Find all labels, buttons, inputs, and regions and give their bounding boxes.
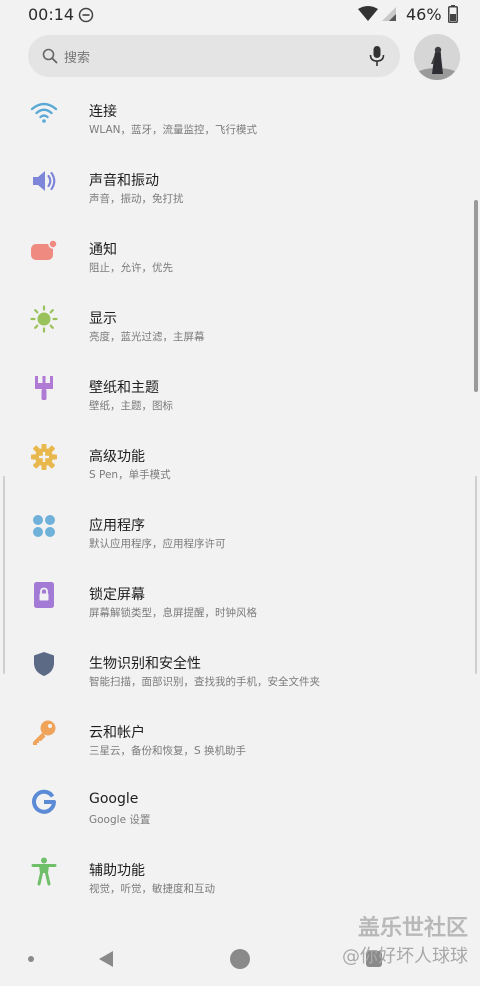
accessibility-icon bbox=[31, 857, 57, 886]
item-title: 显示 bbox=[89, 311, 117, 327]
item-title: 通知 bbox=[89, 242, 117, 258]
battery-percent: 46% bbox=[406, 5, 442, 24]
item-subtitle: 三星云，备份和恢复，S 换机助手 bbox=[89, 745, 247, 757]
item-title: 连接 bbox=[89, 104, 117, 120]
item-subtitle: Google 设置 bbox=[89, 814, 151, 826]
settings-item-lock-screen[interactable]: 锁定屏幕 屏幕解锁类型，息屏提醒，时钟风格 bbox=[0, 559, 480, 628]
lock-screen-icon bbox=[34, 582, 54, 608]
watermark: 盖乐世社区 @你好坏人球球 bbox=[328, 906, 474, 970]
battery-icon bbox=[448, 5, 458, 23]
edge-panel-handle-left bbox=[3, 476, 5, 674]
settings-item-google[interactable]: Google Google 设置 bbox=[0, 766, 480, 835]
item-subtitle: 视觉，听觉，敏捷度和互动 bbox=[89, 883, 215, 895]
item-subtitle: 默认应用程序，应用程序许可 bbox=[89, 538, 226, 550]
wifi-icon bbox=[30, 102, 58, 123]
search-placeholder: 搜索 bbox=[64, 51, 91, 66]
search-icon bbox=[42, 48, 58, 64]
item-subtitle: S Pen，单手模式 bbox=[89, 469, 171, 481]
notification-icon bbox=[31, 239, 58, 260]
settings-item-connections[interactable]: 连接 WLAN，蓝牙，流量监控，飞行模式 bbox=[0, 76, 480, 145]
do-not-disturb-icon bbox=[78, 7, 94, 23]
item-title: 壁纸和主题 bbox=[89, 380, 159, 396]
search-bar[interactable]: 搜索 bbox=[28, 35, 400, 77]
item-subtitle: 壁纸，主题，图标 bbox=[89, 400, 173, 412]
back-icon[interactable] bbox=[98, 950, 114, 968]
item-title: 生物识别和安全性 bbox=[89, 656, 201, 672]
shield-icon bbox=[34, 652, 54, 676]
speaker-icon bbox=[33, 171, 56, 191]
item-title: Google bbox=[89, 791, 139, 807]
brightness-icon bbox=[30, 305, 58, 333]
microphone-icon[interactable] bbox=[367, 45, 387, 67]
settings-item-display[interactable]: 显示 亮度，蓝光过滤，主屏幕 bbox=[0, 283, 480, 352]
settings-list: 连接 WLAN，蓝牙，流量监控，飞行模式 声音和振动 声音，振动，免打扰 通知 … bbox=[0, 76, 480, 904]
status-bar: 00:14 46% bbox=[0, 0, 480, 30]
settings-item-biometrics-security[interactable]: 生物识别和安全性 智能扫描，面部识别，查找我的手机，安全文件夹 bbox=[0, 628, 480, 697]
item-title: 声音和振动 bbox=[89, 173, 159, 189]
profile-avatar[interactable] bbox=[414, 34, 460, 80]
key-icon bbox=[33, 720, 56, 745]
item-title: 辅助功能 bbox=[89, 863, 145, 879]
settings-item-accessibility[interactable]: 辅助功能 视觉，听觉，敏捷度和互动 bbox=[0, 835, 480, 904]
settings-item-cloud-accounts[interactable]: 云和帐户 三星云，备份和恢复，S 换机助手 bbox=[0, 697, 480, 766]
item-title: 锁定屏幕 bbox=[89, 587, 145, 603]
watermark-line2: @你好坏人球球 bbox=[342, 946, 468, 967]
item-subtitle: 屏幕解锁类型，息屏提醒，时钟风格 bbox=[89, 607, 257, 619]
home-icon[interactable] bbox=[230, 949, 250, 969]
avatar-image bbox=[414, 34, 460, 80]
watermark-line1: 盖乐世社区 bbox=[357, 916, 468, 941]
item-subtitle: 声音，振动，免打扰 bbox=[89, 193, 184, 205]
edge-panel-handle-right[interactable] bbox=[475, 476, 477, 674]
signal-icon bbox=[382, 7, 396, 21]
settings-item-sound[interactable]: 声音和振动 声音，振动，免打扰 bbox=[0, 145, 480, 214]
settings-item-wallpaper-themes[interactable]: 壁纸和主题 壁纸，主题，图标 bbox=[0, 352, 480, 421]
status-time: 00:14 bbox=[28, 5, 75, 24]
settings-item-notifications[interactable]: 通知 阻止，允许，优先 bbox=[0, 214, 480, 283]
nav-dot-icon[interactable] bbox=[28, 956, 34, 962]
google-icon bbox=[32, 789, 56, 814]
wifi-icon bbox=[358, 6, 378, 21]
item-title: 云和帐户 bbox=[89, 725, 145, 741]
item-title: 高级功能 bbox=[89, 449, 145, 465]
item-subtitle: 智能扫描，面部识别，查找我的手机，安全文件夹 bbox=[89, 676, 320, 688]
settings-item-apps[interactable]: 应用程序 默认应用程序，应用程序许可 bbox=[0, 490, 480, 559]
item-title: 应用程序 bbox=[89, 518, 145, 534]
apps-grid-icon bbox=[33, 515, 55, 537]
item-subtitle: 阻止，允许，优先 bbox=[89, 262, 173, 274]
item-subtitle: 亮度，蓝光过滤，主屏幕 bbox=[89, 331, 205, 343]
item-subtitle: WLAN，蓝牙，流量监控，飞行模式 bbox=[89, 124, 258, 136]
gear-plus-icon bbox=[31, 444, 57, 470]
settings-item-advanced-features[interactable]: 高级功能 S Pen，单手模式 bbox=[0, 421, 480, 490]
brush-icon bbox=[35, 376, 53, 400]
scrollbar-thumb[interactable] bbox=[474, 200, 478, 392]
